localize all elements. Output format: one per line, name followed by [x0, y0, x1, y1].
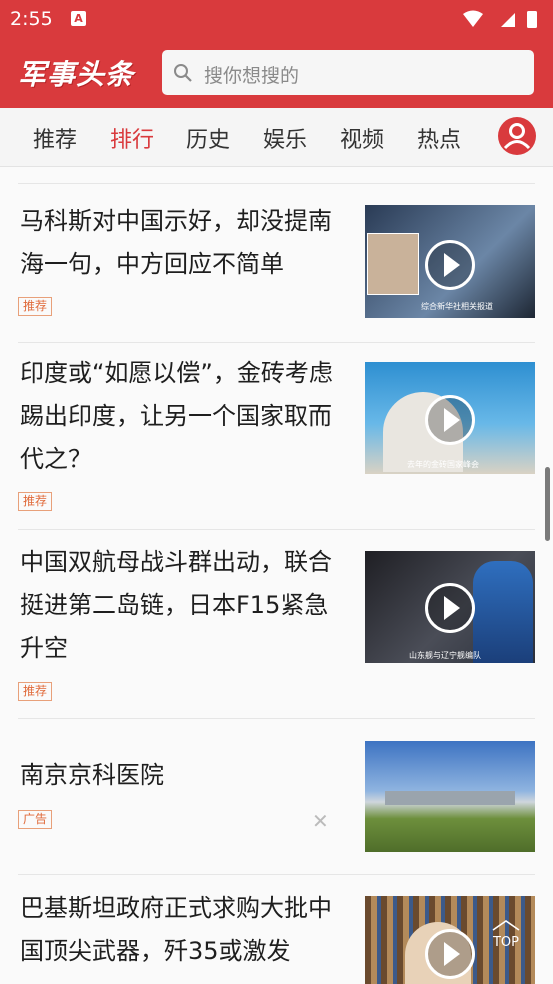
news-tag: 推荐 — [18, 297, 53, 316]
back-to-top-label: TOP — [492, 935, 519, 950]
category-tabs: 推荐 排行 历史 娱乐 视频 热点 — [0, 108, 553, 167]
search-icon — [174, 64, 192, 82]
news-tag: 推荐 — [18, 492, 53, 511]
divider — [18, 874, 535, 875]
video-caption: 去年的金砖国家峰会 — [407, 460, 479, 469]
user-avatar-icon[interactable] — [498, 117, 536, 155]
divider — [18, 183, 535, 184]
divider — [18, 529, 535, 530]
divider — [18, 718, 535, 719]
news-title[interactable]: 印度或“如愿以偿”，金砖考虑踢出印度，让另一个国家取而代之？ — [20, 352, 342, 481]
tab-video[interactable]: 视频 — [340, 122, 384, 154]
news-thumbnail[interactable]: 去年的金砖国家峰会 — [365, 362, 535, 474]
news-tag: 推荐 — [18, 682, 53, 701]
app-logo[interactable]: 军事头条 — [18, 53, 134, 93]
inset-photo — [367, 233, 419, 295]
news-title[interactable]: 马科斯对中国示好，却没提南海一句，中方回应不简单 — [20, 200, 342, 286]
notification-icon: A — [71, 11, 86, 26]
ad-tag: 广告 — [18, 810, 53, 829]
play-icon — [425, 929, 475, 979]
search-box[interactable]: 搜你想搜的 — [162, 50, 534, 95]
status-time: 2:55 — [10, 8, 53, 30]
news-thumbnail[interactable]: 综合新华社相关报道 — [365, 205, 535, 318]
news-title[interactable]: 巴基斯坦政府正式求购大批中国顶尖武器，歼35或激发 — [20, 887, 342, 973]
building-shape — [385, 791, 515, 805]
news-thumbnail[interactable]: 山东舰与辽宁舰编队 — [365, 551, 535, 663]
play-icon — [425, 240, 475, 290]
news-feed: 马科斯对中国示好，却没提南海一句，中方回应不简单 推荐 综合新华社相关报道 印度… — [0, 167, 553, 984]
back-to-top-button[interactable]: TOP — [487, 919, 525, 953]
ad-title[interactable]: 南京京科医院 — [20, 754, 342, 797]
news-title[interactable]: 中国双航母战斗群出动，联合挺进第二岛链，日本F15紧急升空 — [20, 541, 342, 670]
video-caption: 山东舰与辽宁舰编队 — [409, 651, 481, 660]
scrollbar[interactable] — [545, 467, 550, 541]
chevron-up-icon — [492, 920, 520, 931]
tab-ranking[interactable]: 排行 — [110, 122, 154, 154]
video-caption: 综合新华社相关报道 — [421, 302, 493, 311]
close-icon[interactable]: ✕ — [312, 809, 329, 833]
officer-figure — [473, 561, 533, 663]
search-placeholder: 搜你想搜的 — [204, 65, 300, 87]
tab-hot[interactable]: 热点 — [417, 122, 461, 154]
status-bar: 2:55 A — [0, 0, 553, 38]
play-icon — [425, 395, 475, 445]
system-status-icons — [463, 10, 537, 28]
tab-entertainment[interactable]: 娱乐 — [263, 122, 307, 154]
tab-recommend[interactable]: 推荐 — [33, 122, 77, 154]
ad-thumbnail[interactable] — [365, 741, 535, 852]
play-icon — [425, 583, 475, 633]
tab-history[interactable]: 历史 — [186, 122, 230, 154]
divider — [18, 342, 535, 343]
app-bar: 军事头条 搜你想搜的 — [0, 38, 553, 108]
